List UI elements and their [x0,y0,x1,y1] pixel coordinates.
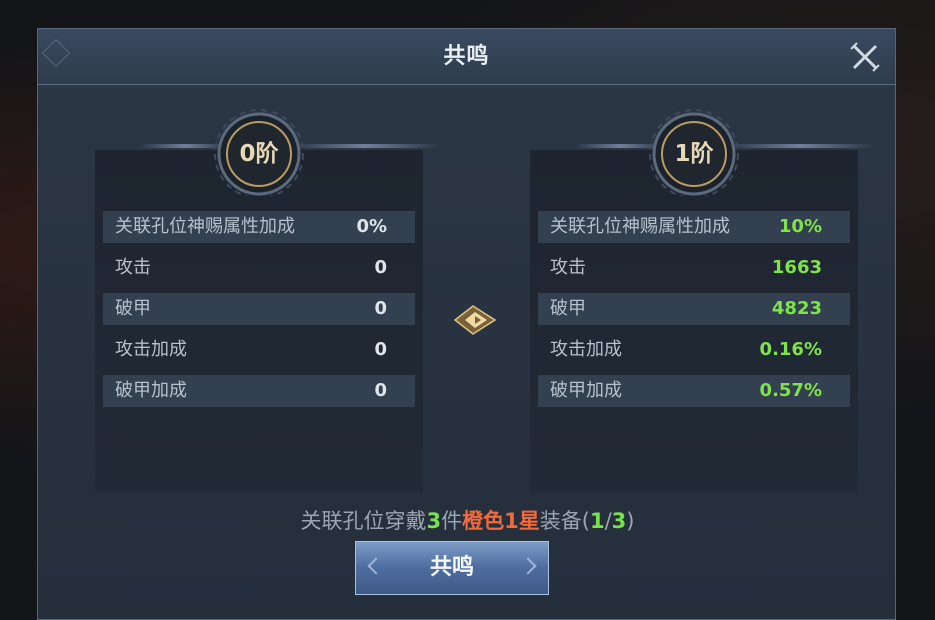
stat-name: 破甲 [550,298,586,319]
stat-name: 破甲加成 [550,380,622,401]
stat-row: 关联孔位神赐属性加成 10% [538,211,850,243]
stat-name: 关联孔位神赐属性加成 [115,216,295,237]
stat-row: 攻击 1663 [538,252,850,284]
stat-value: 1663 [771,257,822,278]
stat-value: 0% [356,216,387,237]
stat-name: 关联孔位神赐属性加成 [550,216,730,237]
requirement-text: 关联孔位穿戴3件橙色1星装备(1/3) [0,505,935,535]
requirement-total: 3 [611,509,627,533]
stat-row: 攻击加成 0.16% [538,334,850,366]
stat-value: 10% [778,216,822,237]
stat-value: 0 [374,339,387,360]
stat-row: 攻击加成 0 [103,334,415,366]
next-tier-label: 1阶 [674,141,714,167]
stat-value: 0.57% [759,380,822,401]
requirement-open-paren: ( [581,509,590,533]
stat-row: 关联孔位神赐属性加成 0% [103,211,415,243]
current-tier-emblem: 0阶 [205,104,313,196]
stat-name: 攻击 [550,257,586,278]
requirement-close-paren: ) [626,509,635,533]
stat-value: 0 [374,380,387,401]
stat-row: 破甲 4823 [538,293,850,325]
requirement-slash: / [604,509,612,533]
upgrade-arrow-icon [451,300,499,340]
stat-name: 攻击 [115,257,151,278]
close-button[interactable] [847,39,883,75]
stat-row: 破甲 0 [103,293,415,325]
close-icon [850,42,880,72]
requirement-current: 1 [589,509,605,533]
stat-row: 破甲加成 0.57% [538,375,850,407]
stat-value: 4823 [771,298,822,319]
resonate-button[interactable]: 共鸣 [355,541,549,595]
next-tier-emblem: 1阶 [640,104,748,196]
requirement-item: 装备 [539,509,582,533]
requirement-quality: 橙色1星 [462,509,540,533]
stat-value: 0 [374,257,387,278]
dialog-titlebar: 共鸣 [38,29,895,85]
dialog-title: 共鸣 [443,44,490,69]
resonate-button-label: 共鸣 [429,555,474,580]
stat-name: 破甲 [115,298,151,319]
stat-value: 0 [374,298,387,319]
stat-row: 攻击 0 [103,252,415,284]
stat-name: 攻击加成 [115,339,187,360]
stat-name: 破甲加成 [115,380,187,401]
requirement-unit: 件 [441,509,463,533]
stat-name: 攻击加成 [550,339,622,360]
requirement-prefix: 关联孔位穿戴 [300,509,427,533]
requirement-count: 3 [426,509,442,533]
stat-value: 0.16% [759,339,822,360]
stat-row: 破甲加成 0 [103,375,415,407]
current-tier-label: 0阶 [239,141,279,167]
